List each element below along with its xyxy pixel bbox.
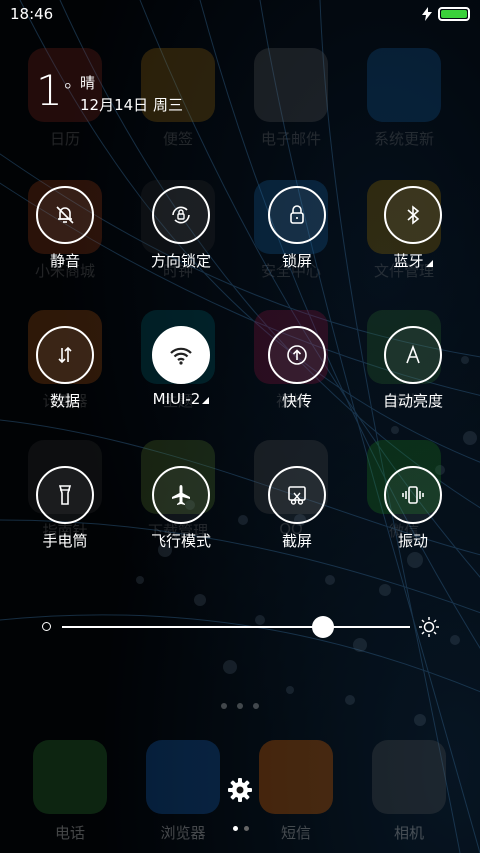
status-bar: 18:46 [0, 0, 480, 28]
toggle-vibrate[interactable]: 振动 [358, 466, 468, 551]
toggle-button[interactable] [36, 186, 94, 244]
toggle-lock[interactable]: 锁屏 [242, 186, 352, 271]
toggle-button[interactable] [152, 186, 210, 244]
toggle-label-text: 快传 [281, 392, 312, 410]
airplane-icon [172, 485, 190, 505]
toggle-label: 飞行模式 [151, 530, 211, 551]
dock-app-icon [146, 740, 220, 814]
toggle-label: 截屏 [282, 530, 312, 551]
toggle-label-text: 蓝牙 [393, 252, 424, 270]
dock-app-label: 电话 [54, 824, 85, 842]
toggle-button[interactable] [384, 186, 442, 244]
vibrate-icon [402, 486, 424, 504]
panel-overlay [0, 0, 480, 853]
toggle-label: 蓝牙 [393, 250, 433, 271]
toggle-bell-off[interactable]: 静音 [10, 186, 120, 271]
settings-gear-icon[interactable] [227, 777, 253, 803]
toggle-button[interactable] [268, 186, 326, 244]
dock-app-icon [259, 740, 333, 814]
toggle-button[interactable] [268, 466, 326, 524]
toggle-share-upload[interactable]: 快传 [242, 326, 352, 411]
status-time: 18:46 [10, 5, 54, 23]
brightness-high-icon [419, 617, 439, 637]
toggle-button[interactable] [152, 326, 210, 384]
battery-indicator [422, 7, 470, 21]
dock-app-label: 相机 [393, 824, 424, 842]
toggle-label: 方向锁定 [151, 250, 211, 271]
weather-date: 12月14日 周三 [80, 96, 183, 114]
bell-off-icon [56, 206, 74, 224]
toggle-label-text: 飞行模式 [150, 532, 211, 550]
toggle-label: 振动 [398, 530, 428, 551]
brightness-low-icon [42, 622, 51, 631]
toggle-flashlight[interactable]: 手电筒 [10, 466, 120, 551]
temperature: 1° [36, 66, 73, 115]
toggle-label: 快传 [282, 390, 312, 411]
brightness-slider[interactable] [40, 612, 440, 642]
toggle-button[interactable] [36, 466, 94, 524]
toggle-label: 数据 [50, 390, 80, 411]
toggle-button[interactable] [152, 466, 210, 524]
weather-condition: 晴 [80, 74, 96, 92]
brightness-knob[interactable] [312, 616, 334, 638]
dock-app-label: 短信 [280, 824, 311, 842]
toggle-label-text: 自动亮度 [382, 392, 443, 410]
panel-page-indicator [233, 826, 249, 831]
toggle-label: 静音 [50, 250, 80, 271]
lock-icon [290, 205, 304, 224]
wifi-icon [170, 347, 192, 365]
charging-icon [422, 7, 432, 21]
more-options-icon[interactable] [425, 260, 433, 267]
toggle-label-text: 锁屏 [281, 252, 312, 270]
brightness-track[interactable] [62, 626, 410, 628]
toggle-button[interactable] [36, 326, 94, 384]
toggle-label: 手电筒 [42, 530, 87, 551]
flashlight-icon [58, 485, 72, 505]
toggle-label-text: 数据 [49, 392, 80, 410]
toggle-label-text: 振动 [397, 532, 428, 550]
toggle-button[interactable] [268, 326, 326, 384]
data-arrows-icon [58, 346, 72, 364]
battery-icon [438, 7, 470, 21]
auto-brightness-icon [406, 344, 420, 364]
screenshot-icon [288, 486, 306, 505]
dock-app-icon [372, 740, 446, 814]
toggle-label-text: 方向锁定 [150, 252, 211, 270]
toggle-auto-brightness[interactable]: 自动亮度 [358, 326, 468, 411]
share-upload-icon [287, 345, 307, 365]
home-page-indicator [0, 703, 480, 709]
bluetooth-icon [407, 205, 420, 225]
toggle-label-text: 手电筒 [42, 532, 88, 550]
toggle-button[interactable] [384, 326, 442, 384]
toggle-airplane[interactable]: 飞行模式 [126, 466, 236, 551]
weather-widget[interactable]: 1° 晴 12月14日 周三 [36, 66, 183, 115]
toggle-bluetooth[interactable]: 蓝牙 [358, 186, 468, 271]
toggle-screenshot[interactable]: 截屏 [242, 466, 352, 551]
more-options-icon[interactable] [202, 397, 210, 404]
toggle-label: 锁屏 [282, 250, 312, 271]
toggle-wifi[interactable]: MIUI-2 [126, 326, 236, 408]
rotation-lock-icon [172, 206, 190, 224]
toggle-label-text: MIUI-2 [152, 390, 201, 408]
dock-app-label: 浏览器 [160, 824, 206, 842]
dock-app-icon [33, 740, 107, 814]
toggle-button[interactable] [384, 466, 442, 524]
toggle-label-text: 截屏 [281, 532, 312, 550]
toggle-label: MIUI-2 [153, 390, 210, 408]
toggle-label-text: 静音 [49, 252, 80, 270]
toggle-rotation-lock[interactable]: 方向锁定 [126, 186, 236, 271]
toggle-label: 自动亮度 [383, 390, 443, 411]
toggle-data-arrows[interactable]: 数据 [10, 326, 120, 411]
